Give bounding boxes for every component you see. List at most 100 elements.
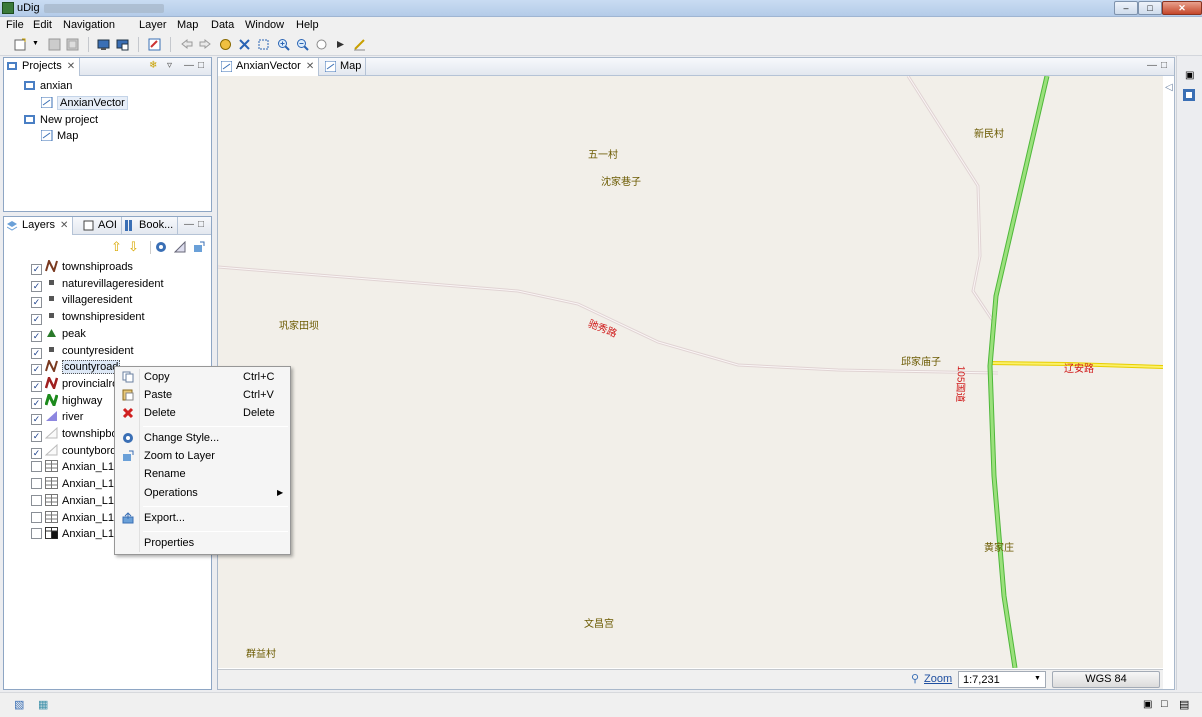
zoom-out-icon[interactable] — [296, 38, 309, 51]
close-tab-icon[interactable]: ✕ — [67, 61, 75, 72]
menu-data[interactable]: Data — [211, 19, 234, 31]
ruler-icon[interactable] — [174, 241, 186, 253]
forward-arrow-icon[interactable] — [199, 38, 212, 51]
minimize-view-icon[interactable]: — — [184, 219, 194, 230]
menu-map[interactable]: Map — [177, 19, 198, 31]
measure-icon[interactable] — [353, 38, 366, 51]
restore-icon[interactable]: ▣ — [1185, 70, 1194, 81]
menu-edit[interactable]: Edit — [33, 19, 52, 31]
show-all-icon[interactable] — [257, 38, 270, 51]
tab-aoi[interactable]: AOI — [80, 217, 122, 235]
layer-visibility-checkbox[interactable]: ✓ — [31, 364, 42, 376]
tab-anxianvector[interactable]: AnxianVector ✕ — [218, 58, 320, 76]
layer-row-countyroad[interactable]: ✓ countyroad — [31, 358, 121, 376]
back-arrow-icon[interactable] — [180, 38, 193, 51]
layer-row-anxian-l14[interactable]: Anxian_L14 — [31, 510, 120, 526]
maximize-view-icon[interactable]: □ — [198, 219, 204, 230]
scale-combo[interactable]: 1:7,231 ▼ — [958, 671, 1046, 688]
menu-window[interactable]: Window — [245, 19, 284, 31]
layer-row-peak[interactable]: ✓ peak — [31, 326, 86, 342]
menu-layer[interactable]: Layer — [139, 19, 167, 31]
maximize-view-icon[interactable]: □ — [1161, 698, 1168, 710]
pan-icon[interactable] — [219, 38, 232, 51]
menu-item-properties[interactable]: Properties — [117, 534, 289, 552]
new-icon[interactable] — [14, 38, 27, 51]
layer-visibility-checkbox[interactable]: ✓ — [31, 431, 42, 442]
new-dropdown-icon[interactable]: ▼ — [32, 40, 39, 47]
layer-visibility-checkbox[interactable] — [31, 511, 42, 523]
save-icon[interactable] — [48, 38, 61, 51]
view-menu-icon[interactable]: ▿ — [167, 60, 172, 71]
layer-row-townshipbo[interactable]: ✓ townshipbo — [31, 426, 118, 442]
layer-row-provincialro[interactable]: ✓ provincialro — [31, 374, 118, 392]
minimize-button[interactable]: – — [1114, 1, 1138, 15]
layer-visibility-checkbox[interactable]: ✓ — [31, 397, 42, 409]
layer-row-townshipresident[interactable]: ✓ townshipresident — [31, 309, 145, 326]
layer-row-anxian-l15[interactable]: Anxian_L15 — [31, 526, 120, 542]
layer-visibility-checkbox[interactable]: ✓ — [31, 447, 42, 459]
layer-visibility-checkbox[interactable]: ✓ — [31, 330, 42, 342]
fast-view-icon[interactable]: ▧ — [14, 698, 24, 711]
style-icon[interactable] — [155, 241, 167, 253]
collapse-arrow-icon[interactable]: ◁ — [1165, 82, 1173, 93]
layer-visibility-checkbox[interactable]: ✓ — [31, 314, 42, 326]
layer-visibility-checkbox[interactable]: ✓ — [31, 280, 42, 292]
edit-icon[interactable] — [148, 38, 161, 51]
tab-projects[interactable]: Projects ✕ — [4, 58, 81, 76]
tab-map[interactable]: Map — [322, 58, 367, 76]
layer-visibility-checkbox[interactable]: ✓ — [31, 297, 42, 309]
project-node-new-project[interactable]: New project — [24, 112, 98, 128]
menu-item-paste[interactable]: Paste Ctrl+V — [117, 386, 289, 404]
menu-item-operations[interactable]: Operations ▶ — [117, 484, 289, 502]
layer-visibility-checkbox[interactable]: ✓ — [31, 264, 42, 275]
layer-row-river[interactable]: ✓ river — [31, 409, 83, 426]
zoom-extent-icon[interactable] — [238, 38, 251, 51]
layer-row-countybord[interactable]: ✓ countybord — [31, 443, 116, 459]
progress-view-icon[interactable]: ▦ — [38, 698, 48, 711]
layout-icon[interactable]: ▤ — [1179, 698, 1189, 711]
menu-item-export[interactable]: Export... — [117, 509, 289, 527]
menu-file[interactable]: File — [6, 19, 24, 31]
menu-item-rename[interactable]: Rename — [117, 465, 289, 483]
close-window-button[interactable]: ✕ — [1162, 1, 1202, 15]
menu-item-delete[interactable]: Delete Delete — [117, 404, 289, 422]
layer-row-townshiproads[interactable]: ✓ townshiproads — [31, 258, 133, 275]
minimize-view-icon[interactable]: — — [1147, 60, 1157, 71]
layer-visibility-checkbox[interactable] — [31, 478, 42, 490]
menu-help[interactable]: Help — [296, 19, 319, 31]
select-icon[interactable] — [334, 38, 347, 51]
layer-visibility-checkbox[interactable]: ✓ — [31, 380, 42, 392]
layer-row-villageresident[interactable]: ✓ villageresident — [31, 292, 132, 309]
close-tab-icon[interactable]: ✕ — [60, 220, 68, 231]
layer-visibility-checkbox[interactable] — [31, 494, 42, 506]
layer-visibility-checkbox[interactable]: ✓ — [31, 347, 42, 359]
crs-button[interactable]: WGS 84 — [1052, 671, 1160, 688]
layer-row-countyresident[interactable]: ✓ countyresident — [31, 343, 134, 359]
menu-item-copy[interactable]: Copy Ctrl+C — [117, 368, 289, 386]
info-icon[interactable] — [315, 38, 328, 51]
maximize-button[interactable]: □ — [1138, 1, 1162, 15]
move-down-icon[interactable]: ⇩ — [128, 239, 139, 255]
menu-navigation[interactable]: Navigation — [63, 19, 115, 31]
project-node-anxian[interactable]: anxian — [24, 78, 72, 94]
maximize-view-icon[interactable]: □ — [198, 60, 204, 71]
zoom-to-layer-icon[interactable] — [193, 241, 205, 253]
maximize-view-icon[interactable]: □ — [1161, 60, 1167, 71]
zoom-link[interactable]: Zoom — [924, 673, 952, 685]
move-up-icon[interactable]: ⇧ — [111, 239, 122, 255]
zoom-control[interactable]: ⚲ Zoom — [908, 671, 956, 688]
minimize-view-icon[interactable]: — — [184, 60, 194, 71]
layer-visibility-checkbox[interactable] — [31, 461, 42, 473]
zoom-in-icon[interactable] — [277, 38, 290, 51]
save-all-icon[interactable] — [66, 38, 79, 51]
layer-row-highway[interactable]: ✓ highway — [31, 390, 102, 409]
new-map-icon[interactable] — [97, 38, 110, 51]
restore-icon[interactable]: ▣ — [1143, 699, 1152, 710]
map-node-anxianvector[interactable]: AnxianVector — [41, 95, 128, 111]
tab-layers[interactable]: Layers ✕ — [4, 217, 74, 235]
map-canvas[interactable]: 五一村 沈家巷子 新民村 巩家田坝 邱家庙子 辽安路 黄家庄 文昌宫 群益村 驰… — [218, 76, 1163, 668]
layer-row-naturevillageresident[interactable]: ✓ naturevillageresident — [31, 276, 164, 292]
map-node-map[interactable]: Map — [41, 128, 78, 144]
menu-item-change-style[interactable]: Change Style... — [117, 429, 289, 447]
layer-row-anxian-l12[interactable]: Anxian_L12 — [31, 476, 120, 492]
